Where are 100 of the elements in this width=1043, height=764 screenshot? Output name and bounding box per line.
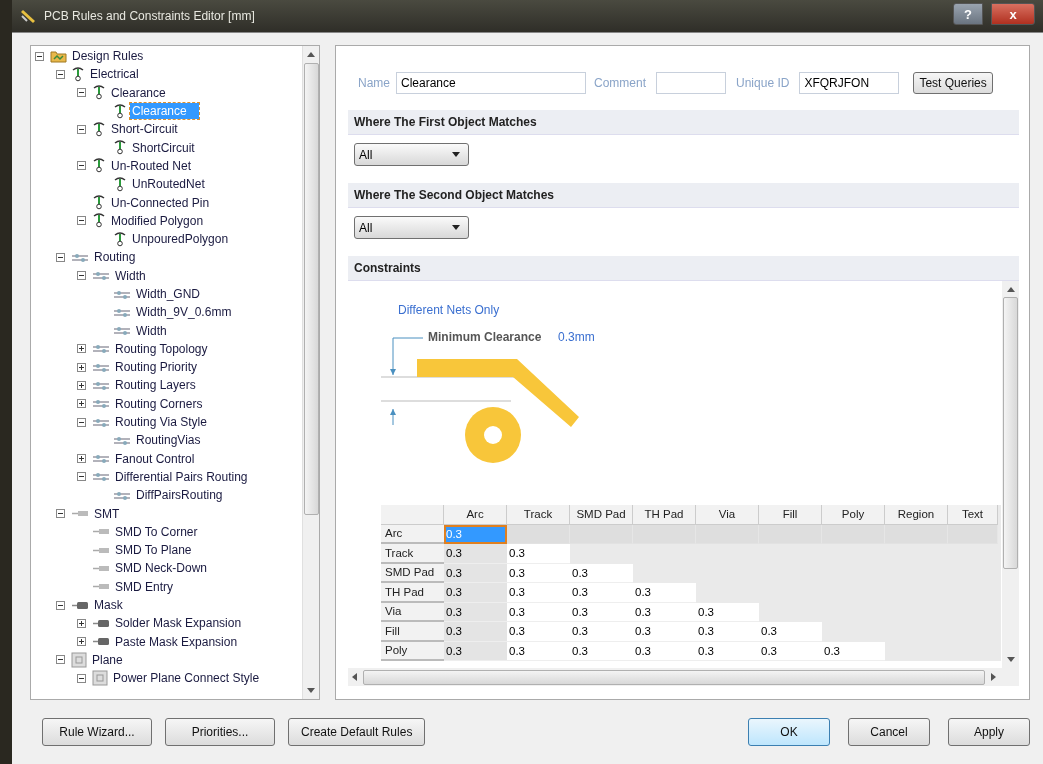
tree-item[interactable]: RoutingVias — [134, 432, 203, 449]
tree-item[interactable]: Power Plane Connect Style — [111, 670, 262, 687]
tree-item[interactable]: Plane — [90, 651, 125, 668]
close-button[interactable]: x — [991, 3, 1035, 25]
tree-item[interactable]: SMD To Corner — [113, 523, 200, 540]
scroll-down-icon[interactable] — [1006, 657, 1015, 662]
grid-cell[interactable]: 0.3 — [570, 641, 633, 661]
tree-item[interactable]: Solder Mask Expansion — [113, 615, 244, 632]
grid-cell[interactable]: 0.3 — [444, 641, 507, 661]
grid-cell[interactable]: 0.3 — [570, 602, 633, 622]
tree-item[interactable]: Clearance — [109, 84, 168, 101]
grid-cell[interactable] — [948, 524, 998, 544]
tree-item[interactable]: Un-Connected Pin — [109, 194, 212, 211]
grid-cell[interactable]: 0.3 — [444, 622, 507, 642]
grid-cell[interactable]: 0.3 — [444, 544, 507, 564]
grid-cell[interactable] — [885, 524, 948, 544]
expand-toggle[interactable] — [77, 673, 86, 683]
grid-cell[interactable]: 0.3 — [633, 583, 696, 603]
grid-cell[interactable]: 0.3 — [696, 641, 759, 661]
scroll-right-icon[interactable] — [991, 673, 996, 681]
tree-item[interactable]: Short-Circuit — [109, 121, 180, 138]
expand-toggle[interactable] — [77, 216, 86, 226]
grid-cell[interactable] — [822, 524, 885, 544]
grid-cell[interactable] — [507, 524, 570, 544]
grid-cell[interactable]: 0.3 — [822, 641, 885, 661]
tree-item[interactable]: Un-Routed Net — [109, 157, 194, 174]
tree-item[interactable]: Design Rules — [70, 48, 146, 65]
tree-item[interactable]: Differential Pairs Routing — [113, 468, 250, 485]
comment-field[interactable] — [656, 72, 727, 94]
dropdown[interactable]: All — [354, 143, 469, 166]
grid-cell[interactable]: 0.3 — [570, 622, 633, 642]
tree-item[interactable]: Routing Via Style — [113, 414, 209, 431]
grid-cell[interactable]: 0.3 — [633, 641, 696, 661]
grid-cell[interactable]: 0.3 — [444, 583, 507, 603]
tree-item[interactable]: Width_9V_0.6mm — [134, 304, 234, 321]
grid-cell[interactable]: 0.3 — [444, 602, 507, 622]
tree-item[interactable]: UnpouredPolygon — [130, 231, 231, 248]
expand-toggle[interactable] — [77, 161, 86, 171]
expand-toggle[interactable] — [56, 509, 65, 519]
expand-toggle[interactable] — [77, 637, 86, 647]
expand-toggle[interactable] — [77, 344, 86, 354]
test-queries-button[interactable]: Test Queries — [913, 72, 993, 94]
clearance-value[interactable]: 0.3mm — [558, 330, 595, 344]
expand-toggle[interactable] — [56, 69, 65, 79]
tree-item[interactable]: SMD To Plane — [113, 542, 194, 559]
dialog-button[interactable]: Create Default Rules — [288, 718, 426, 746]
grid-cell[interactable]: 0.3 — [507, 583, 570, 603]
expand-toggle[interactable] — [56, 600, 65, 610]
grid-cell[interactable] — [570, 524, 633, 544]
expand-toggle[interactable] — [77, 88, 86, 98]
tree-item[interactable]: Mask — [92, 597, 125, 614]
tree-item[interactable]: Routing — [92, 249, 138, 266]
scroll-down-icon[interactable] — [307, 688, 315, 693]
tree-item[interactable]: UnRoutedNet — [130, 176, 207, 193]
grid-cell[interactable]: 0.3 — [507, 544, 570, 564]
tree-item[interactable]: Routing Layers — [113, 377, 198, 394]
tree-item[interactable]: Fanout Control — [113, 450, 197, 467]
grid-cell[interactable]: 0.3 — [696, 622, 759, 642]
dropdown[interactable]: All — [354, 216, 469, 239]
expand-toggle[interactable] — [77, 417, 86, 427]
expand-toggle[interactable] — [35, 51, 44, 61]
expand-toggle[interactable] — [56, 655, 65, 665]
grid-cell[interactable]: 0.3 — [633, 602, 696, 622]
grid-cell[interactable]: 0.3 — [507, 563, 570, 583]
scrollbar[interactable] — [302, 46, 319, 699]
unique-id-field[interactable]: XFQRJFON — [799, 72, 900, 94]
tree-item[interactable]: SMD Neck-Down — [113, 560, 209, 577]
tree-item[interactable]: Routing Priority — [113, 359, 200, 376]
tree-item[interactable]: Paste Mask Expansion — [113, 633, 240, 650]
expand-toggle[interactable] — [77, 124, 86, 134]
tree-item[interactable]: Routing Topology — [113, 340, 210, 357]
grid-cell[interactable] — [633, 524, 696, 544]
tree-item[interactable]: Width_GND — [134, 286, 202, 302]
grid-cell[interactable] — [696, 524, 759, 544]
tree-item[interactable]: SMT — [92, 505, 122, 522]
dialog-button[interactable]: Cancel — [848, 718, 930, 746]
grid-cell[interactable]: 0.3 — [696, 602, 759, 622]
expand-toggle[interactable] — [77, 362, 86, 372]
grid-cell[interactable]: 0.3 — [507, 602, 570, 622]
grid-cell[interactable]: 0.3 — [759, 641, 822, 661]
expand-toggle[interactable] — [77, 399, 86, 409]
tree-item[interactable]: Modified Polygon — [109, 212, 206, 229]
tree-item[interactable]: Routing Corners — [113, 395, 205, 412]
expand-toggle[interactable] — [77, 454, 86, 464]
grid-cell[interactable]: 0.3 — [507, 641, 570, 661]
expand-toggle[interactable] — [77, 381, 86, 390]
expand-toggle[interactable] — [77, 618, 86, 628]
tree-item[interactable]: ShortCircuit — [130, 139, 197, 156]
grid-cell[interactable]: 0.3 — [507, 622, 570, 642]
expand-toggle[interactable] — [56, 252, 65, 262]
scroll-up-icon[interactable] — [307, 52, 315, 57]
grid-cell[interactable]: 0.3 — [759, 622, 822, 642]
grid-cell[interactable]: 0.3 — [444, 563, 507, 583]
tree-item[interactable]: Width — [113, 267, 148, 284]
name-field[interactable]: Clearance — [396, 72, 586, 94]
grid-cell[interactable] — [759, 524, 822, 544]
dialog-button[interactable]: Rule Wizard... — [42, 718, 152, 746]
dialog-button[interactable]: Apply — [948, 718, 1030, 746]
tree-item[interactable]: SMD Entry — [113, 578, 175, 595]
tree-item[interactable]: DiffPairsRouting — [134, 487, 225, 504]
